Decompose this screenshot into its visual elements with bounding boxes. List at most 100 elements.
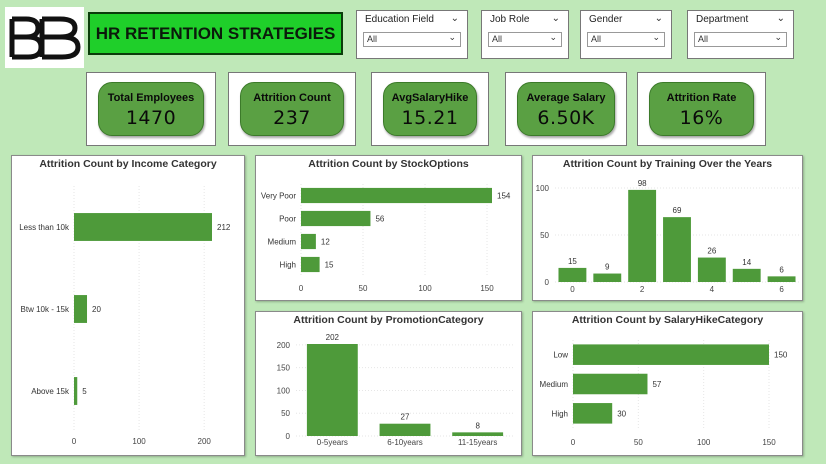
- x-tick-label: 0: [571, 438, 576, 447]
- data-label: 15: [325, 261, 334, 270]
- kpi-value: 1470: [125, 107, 177, 129]
- kpi-card-total-employees: Total Employees 1470: [86, 72, 216, 146]
- kpi-pill: Total Employees 1470: [98, 82, 204, 136]
- kpi-label: Total Employees: [107, 92, 195, 104]
- chart-title: Attrition Count by StockOptions: [308, 158, 469, 170]
- category-label: Very Poor: [261, 192, 296, 201]
- chart-training-years[interactable]: Attrition Count by Training Over the Yea…: [532, 155, 803, 301]
- bar[interactable]: [301, 187, 492, 204]
- category-label: Medium: [540, 380, 569, 389]
- data-label: 8: [475, 421, 480, 430]
- chart-title: Attrition Count by PromotionCategory: [293, 314, 484, 326]
- chevron-down-icon[interactable]: ⌄: [652, 33, 660, 43]
- x-tick-label: 0: [72, 437, 77, 446]
- data-label: 57: [652, 380, 661, 389]
- dashboard-title: HR RETENTION STRATEGIES: [95, 23, 336, 43]
- data-label: 150: [774, 351, 788, 360]
- bar[interactable]: [663, 217, 691, 282]
- slicer-label: Job Role: [490, 14, 530, 25]
- chart-training-svg: 0501001509982692641466: [536, 179, 799, 294]
- slicer-gender[interactable]: Gender ⌄ All ⌄: [580, 10, 672, 59]
- x-tick-label: 11-15years: [458, 438, 497, 447]
- bar[interactable]: [452, 432, 504, 436]
- slicer-job-role[interactable]: Job Role ⌄ All ⌄: [481, 10, 569, 59]
- bar[interactable]: [628, 189, 657, 282]
- x-tick-label: 200: [198, 437, 212, 446]
- kpi-value: 237: [273, 107, 311, 129]
- chevron-down-icon[interactable]: ⌄: [774, 33, 782, 43]
- category-label: High: [280, 261, 296, 270]
- data-label: 69: [673, 206, 682, 215]
- chart-promotion-category[interactable]: Attrition Count by PromotionCategory 0 50…: [255, 311, 522, 456]
- x-tick-label: 0-5years: [317, 438, 348, 447]
- kpi-card-average-salary: Average Salary 6.50K: [505, 72, 627, 146]
- chevron-down-icon[interactable]: ⌄: [448, 33, 456, 43]
- slicer-value: All: [492, 34, 503, 44]
- category-label: Btw 10k - 15k: [21, 305, 70, 314]
- y-tick-label: 150: [277, 364, 291, 373]
- x-tick-label: 6-10years: [387, 438, 423, 447]
- kpi-card-attrition-count: Attrition Count 237: [228, 72, 356, 146]
- chart-stock-options[interactable]: Attrition Count by StockOptions 0 50 100 15…: [255, 155, 522, 301]
- slicer-value: All: [591, 34, 602, 44]
- data-label: 27: [401, 413, 410, 422]
- bar[interactable]: [593, 273, 622, 282]
- data-label: 9: [605, 263, 610, 272]
- chart-title: Attrition Count by SalaryHikeCategory: [571, 314, 764, 326]
- data-label: 15: [568, 257, 577, 266]
- bar[interactable]: [301, 256, 320, 273]
- x-tick-label: 100: [418, 284, 432, 293]
- slicer-value: All: [698, 34, 709, 44]
- slicer-dropdown[interactable]: All ⌄: [363, 32, 461, 47]
- data-label: 5: [82, 387, 87, 396]
- bar[interactable]: [74, 295, 88, 323]
- y-tick-label: 200: [277, 341, 291, 350]
- chart-income-category[interactable]: Attrition Count by Income Category 0 100 2…: [11, 155, 245, 456]
- bar[interactable]: [573, 373, 648, 395]
- category-label: Above 15k: [31, 387, 70, 396]
- bar[interactable]: [301, 210, 371, 227]
- data-label: 20: [92, 305, 101, 314]
- slicer-education-field[interactable]: Education Field ⌄ All ⌄: [356, 10, 468, 59]
- chevron-down-icon[interactable]: ⌄: [552, 13, 560, 24]
- slicer-department[interactable]: Department ⌄ All ⌄: [687, 10, 794, 59]
- bar[interactable]: [306, 344, 358, 436]
- bar[interactable]: [74, 213, 212, 241]
- kpi-value: 6.50K: [537, 107, 595, 129]
- bar[interactable]: [697, 257, 726, 282]
- bar[interactable]: [732, 268, 761, 282]
- x-tick-label: 4: [710, 285, 715, 294]
- slicer-dropdown[interactable]: All ⌄: [587, 32, 665, 47]
- kpi-pill: Attrition Rate 16%: [649, 82, 754, 136]
- y-tick-label: 100: [277, 386, 291, 395]
- chevron-down-icon[interactable]: ⌄: [451, 13, 459, 24]
- slicer-dropdown[interactable]: All ⌄: [694, 32, 787, 47]
- category-label: High: [552, 409, 568, 418]
- chevron-down-icon[interactable]: ⌄: [777, 13, 785, 24]
- slicer-dropdown[interactable]: All ⌄: [488, 32, 562, 47]
- bar[interactable]: [301, 233, 316, 250]
- category-label: Medium: [268, 238, 297, 247]
- kpi-pill: Attrition Count 237: [240, 82, 344, 136]
- bar[interactable]: [767, 276, 796, 282]
- kpi-label: Attrition Count: [253, 92, 331, 104]
- bar[interactable]: [573, 403, 613, 424]
- chevron-down-icon[interactable]: ⌄: [655, 13, 663, 24]
- kpi-card-avg-salary-hike: AvgSalaryHike 15.21: [371, 72, 489, 146]
- chart-salary-hike-category[interactable]: Attrition Count by SalaryHikeCategory 0 5…: [532, 311, 803, 456]
- data-label: 98: [638, 179, 647, 188]
- x-tick-label: 50: [359, 284, 368, 293]
- bar[interactable]: [74, 377, 78, 405]
- kpi-label: AvgSalaryHike: [391, 92, 469, 104]
- chart-title: Attrition Count by Training Over the Yea…: [562, 158, 773, 170]
- bar[interactable]: [573, 344, 769, 365]
- x-tick-label: 6: [779, 285, 784, 294]
- x-tick-label: 150: [480, 284, 494, 293]
- x-tick-label: 150: [762, 438, 776, 447]
- bar[interactable]: [558, 267, 587, 282]
- chart-stock-svg: 0 50 100 150 Very Poor 154 Poor 56 Medium 12 High 1…: [261, 184, 511, 293]
- bar[interactable]: [379, 423, 431, 436]
- data-label: 154: [497, 192, 511, 201]
- chevron-down-icon[interactable]: ⌄: [549, 33, 557, 43]
- x-tick-label: 100: [132, 437, 146, 446]
